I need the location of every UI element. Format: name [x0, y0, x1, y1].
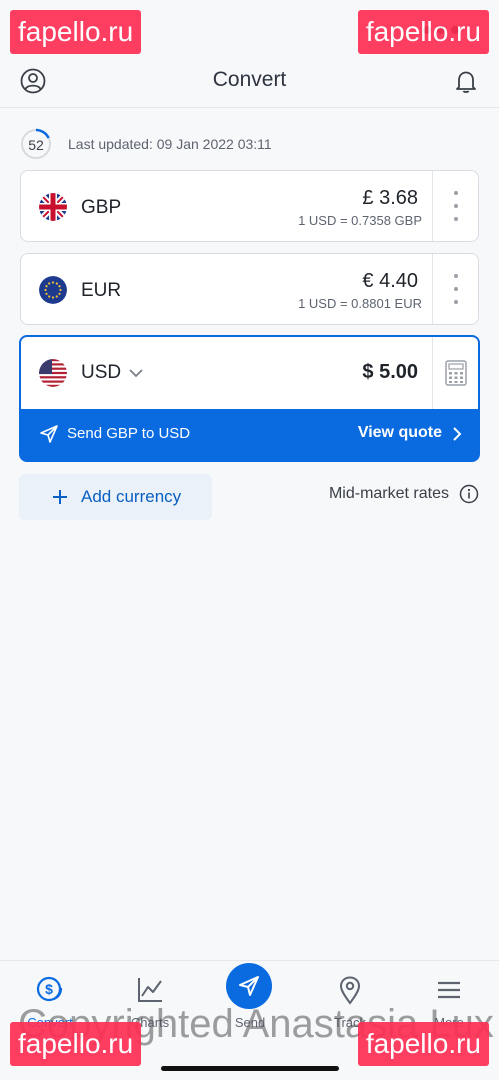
refresh-timer[interactable]: 52 — [20, 128, 52, 160]
watermark: fapello.ru — [10, 10, 142, 54]
exchange-rate: 1 USD = 0.7358 GBP — [298, 213, 422, 228]
chevron-down-icon[interactable] — [127, 364, 145, 382]
app-header: Convert — [0, 56, 499, 108]
mid-market-label: Mid-market rates — [328, 485, 449, 502]
calculator-button[interactable] — [432, 337, 478, 409]
svg-text:$: $ — [45, 981, 53, 997]
currency-card-gbp[interactable]: GBP £ 3.68 1 USD = 0.7358 GBP — [20, 170, 479, 242]
card-options[interactable] — [432, 254, 478, 324]
kebab-menu-icon[interactable] — [453, 191, 459, 221]
eu-flag-icon — [39, 276, 67, 304]
send-icon — [239, 976, 259, 996]
base-currency-card: USD $ 5.00 Send GBP to USD View quote — [19, 335, 480, 462]
last-updated-text: Last updated: 09 Jan 2022 03:11 — [68, 136, 272, 152]
menu-icon — [438, 981, 460, 999]
currency-code: EUR — [81, 280, 122, 301]
plus-icon — [53, 490, 67, 504]
chevron-right-icon[interactable] — [450, 425, 464, 443]
watermark: fapello.ru — [357, 1022, 489, 1066]
timer-count: 52 — [28, 137, 44, 153]
chart-icon — [138, 978, 162, 1002]
currency-code: GBP — [81, 197, 122, 218]
converted-amount[interactable]: € 4.40 — [362, 270, 418, 293]
currency-card-eur[interactable]: EUR € 4.40 1 USD = 0.8801 EUR — [20, 253, 479, 325]
convert-icon: $ — [36, 976, 63, 1002]
watermark: fapello.ru — [357, 10, 489, 54]
send-label[interactable]: Send GBP to USD — [67, 425, 190, 442]
last-updated-row: 52 Last updated: 09 Jan 2022 03:11 — [20, 126, 272, 162]
exchange-rate: 1 USD = 0.8801 EUR — [298, 296, 422, 311]
card-options[interactable] — [432, 171, 478, 241]
page-title: Convert — [212, 68, 287, 91]
add-currency-button[interactable]: Add currency — [19, 474, 212, 520]
base-currency-row[interactable]: USD $ 5.00 — [21, 337, 478, 409]
calculator-icon[interactable] — [445, 360, 467, 386]
send-money-bar[interactable]: Send GBP to USD View quote — [21, 409, 478, 460]
currency-code: USD — [81, 362, 122, 383]
uk-flag-icon — [39, 193, 67, 221]
converted-amount[interactable]: £ 3.68 — [362, 187, 418, 210]
screen: Convert 52 Last updated: 09 Jan 2022 03:… — [0, 0, 499, 1080]
info-icon[interactable] — [459, 484, 479, 504]
view-quote-button[interactable]: View quote — [358, 424, 442, 442]
send-icon — [40, 425, 58, 443]
location-pin-icon — [339, 976, 361, 1005]
add-currency-label: Add currency — [81, 487, 182, 506]
kebab-menu-icon[interactable] — [453, 274, 459, 304]
mid-market-rates-info[interactable]: Mid-market rates — [329, 484, 479, 504]
base-amount-input[interactable]: $ 5.00 — [362, 361, 418, 384]
watermark: fapello.ru — [10, 1022, 142, 1066]
us-flag-icon — [39, 359, 67, 387]
home-indicator — [161, 1066, 339, 1071]
bell-icon[interactable] — [453, 68, 479, 94]
